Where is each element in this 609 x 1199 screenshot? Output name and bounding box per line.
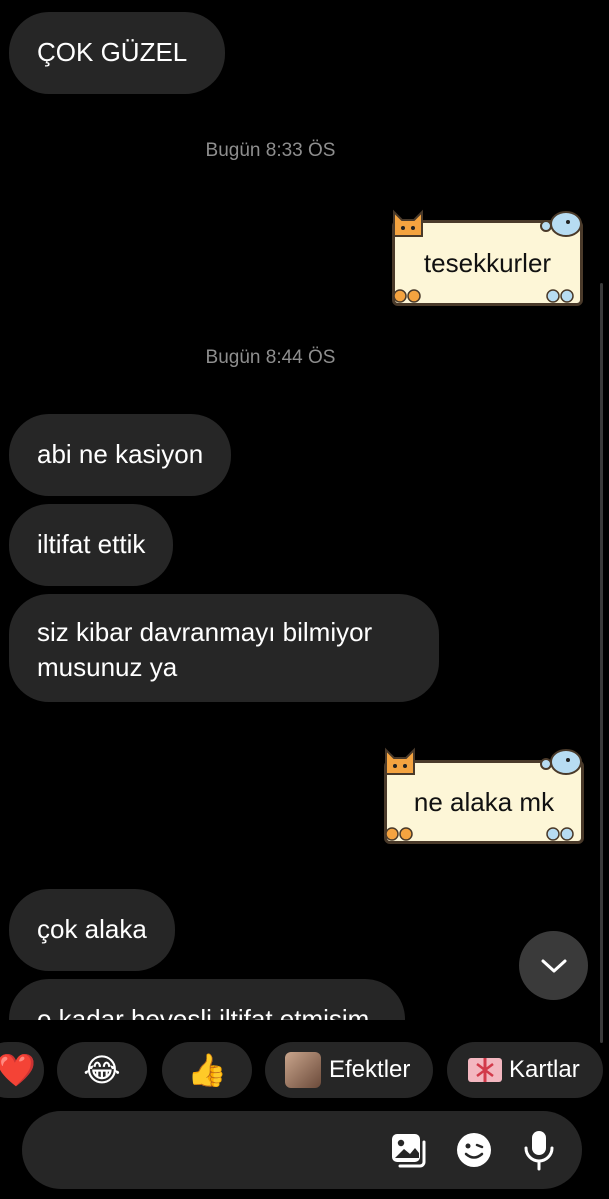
- message-text: ne alaka mk: [413, 786, 555, 817]
- message-text: abi ne kasiyon: [37, 439, 204, 469]
- cat-sticker-icon: [385, 747, 415, 775]
- gift-card-icon: [468, 1058, 502, 1082]
- message-text: o kadar hevesli iltifat etmisim: [37, 1004, 370, 1020]
- laugh-reaction-button[interactable]: 😂: [57, 1042, 147, 1098]
- timestamp: Bugün 8:44 ÖS: [205, 347, 336, 368]
- laughing-emoji-icon: 😂: [83, 1052, 121, 1088]
- message-composer[interactable]: [22, 1111, 582, 1189]
- paw-icon: [385, 827, 413, 841]
- message-text: çok alaka: [37, 914, 147, 944]
- scrollbar[interactable]: [600, 283, 603, 1043]
- paw-icon: [546, 827, 574, 841]
- message-text: siz kibar davranmayı bilmiyor musunuz ya: [37, 617, 373, 682]
- chevron-down-icon: [541, 959, 566, 972]
- message-thread[interactable]: ÇOK GÜZEL Bugün 8:33 ÖS tesekkurler Bugü…: [0, 0, 609, 1020]
- message-bubble-incoming[interactable]: siz kibar davranmayı bilmiyor musunuz ya: [9, 594, 439, 702]
- message-text: ÇOK GÜZEL: [37, 37, 188, 67]
- dog-sticker-icon: [540, 749, 582, 775]
- dm-screen: ÇOK GÜZEL Bugün 8:33 ÖS tesekkurler Bugü…: [0, 0, 609, 1199]
- microphone-button[interactable]: [516, 1127, 562, 1173]
- message-bubble-incoming[interactable]: iltifat ettik: [9, 504, 174, 586]
- message-bubble-incoming[interactable]: çok alaka: [9, 889, 175, 971]
- cards-button[interactable]: Kartlar: [447, 1042, 603, 1098]
- thumbs-up-reaction-button[interactable]: 👍: [162, 1042, 252, 1098]
- gallery-icon: [392, 1134, 426, 1168]
- sticker-button[interactable]: [451, 1127, 497, 1173]
- effects-label: Efektler: [329, 1056, 411, 1083]
- message-bubble-incoming[interactable]: ÇOK GÜZEL: [9, 12, 226, 94]
- heart-reaction-button[interactable]: ❤️: [0, 1042, 44, 1098]
- message-text: tesekkurler: [423, 247, 552, 278]
- message-bubble-incoming[interactable]: o kadar hevesli iltifat etmisim: [9, 979, 406, 1020]
- timestamp: Bugün 8:33 ÖS: [205, 140, 336, 161]
- cat-sticker-icon: [393, 209, 423, 237]
- microphone-icon: [524, 1131, 554, 1171]
- gallery-button[interactable]: [386, 1127, 432, 1173]
- paw-icon: [393, 289, 421, 303]
- dog-sticker-icon: [540, 211, 582, 237]
- sticker-smile-icon: [457, 1133, 491, 1167]
- thumbs-up-icon: 👍: [187, 1052, 227, 1088]
- sticker-message-outgoing[interactable]: tesekkurler: [388, 206, 588, 306]
- scroll-to-bottom-button[interactable]: [519, 931, 588, 1000]
- effects-button[interactable]: Efektler: [265, 1042, 433, 1098]
- message-bubble-incoming[interactable]: abi ne kasiyon: [9, 414, 232, 496]
- quick-reaction-bar: ❤️ 😂 👍 Efektler Kartlar: [0, 1040, 609, 1100]
- paw-icon: [546, 289, 574, 303]
- heart-icon: ❤️: [0, 1052, 36, 1088]
- effects-avatar-icon: [285, 1052, 321, 1088]
- cards-label: Kartlar: [509, 1056, 580, 1083]
- message-text: iltifat ettik: [37, 529, 146, 559]
- sticker-message-outgoing[interactable]: ne alaka mk: [380, 744, 588, 844]
